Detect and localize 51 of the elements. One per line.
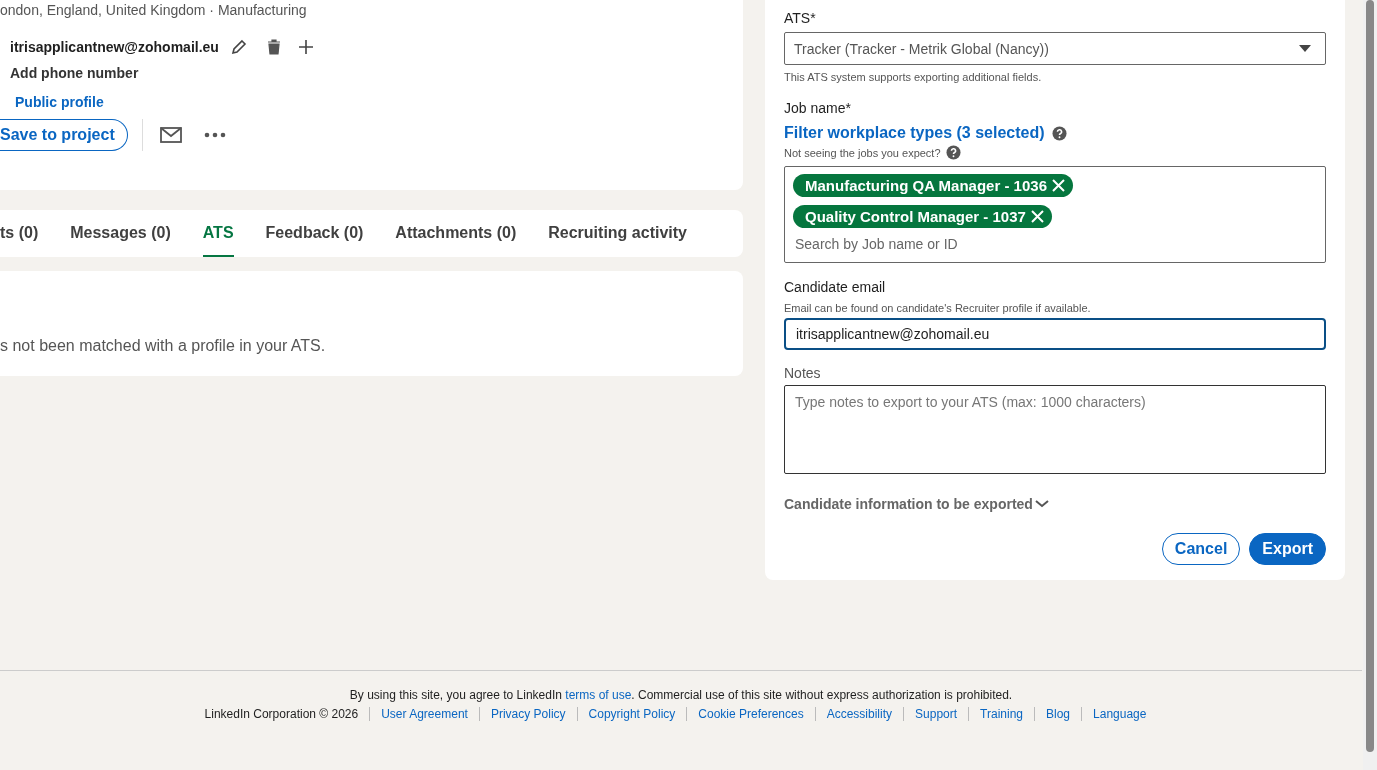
terms-notice: By using this site, you agree to LinkedIn terms of use. Commercial use of this site without express authorization is prohibited. [349, 688, 1013, 702]
plus-icon[interactable] [298, 40, 313, 54]
copyright-text: LinkedIn Corporation © 2026 [204, 707, 360, 721]
tab[interactable]: Attachments (0) [395, 210, 517, 257]
export-button[interactable]: Export [1249, 533, 1326, 565]
candidate-info-toggle[interactable]: Candidate information to be exported [784, 496, 1049, 512]
footer-link[interactable]: Copyright Policy [576, 707, 687, 721]
job-chip: Manufacturing QA Manager - 1036 [793, 174, 1073, 197]
more-icon[interactable] [203, 132, 226, 138]
remove-icon[interactable] [1052, 179, 1065, 192]
tab[interactable]: Messages (0) [70, 210, 171, 257]
ats-status-text: s not been matched with a profile in your ATS. [0, 337, 326, 355]
email-hint: Email can be found on candidate's Recruiter profile if available. [784, 302, 1092, 314]
job-name-label: Job name* [784, 100, 852, 116]
scrollbar[interactable] [1363, 0, 1377, 770]
public-profile-link[interactable]: Public profile [15, 94, 104, 110]
save-to-project-button[interactable]: Save to project [0, 119, 128, 151]
tab[interactable]: Recruiting activity [548, 210, 687, 257]
help-icon[interactable] [1051, 125, 1067, 141]
ats-label: ATS* [784, 10, 817, 26]
footer-link[interactable]: Language [1081, 707, 1158, 721]
footer-link[interactable]: Training [968, 707, 1034, 721]
chevron-icon [1034, 500, 1049, 508]
footer-link[interactable]: Cookie Preferences [686, 707, 815, 721]
job-chip: Quality Control Manager - 1037 [793, 205, 1052, 228]
help-icon[interactable] [945, 145, 961, 160]
ats-dropdown[interactable]: Tracker (Tracker - Metrik Global (Nancy)) [784, 32, 1326, 65]
notes-label: Notes [784, 365, 822, 381]
candidate-email-label: Candidate email [784, 279, 887, 295]
dropdown-caret-icon [1299, 45, 1311, 52]
trash-icon[interactable] [266, 39, 281, 55]
location-text: ondon, England, United Kingdom · Manufacturing [0, 2, 308, 18]
notes-field[interactable]: Type notes to export to your ATS (max: 1000 characters) [784, 385, 1326, 474]
edit-icon[interactable] [230, 39, 247, 55]
candidate-email-field[interactable]: itrisapplicantnew@zohomail.eu [784, 318, 1326, 350]
footer-link[interactable]: Support [903, 707, 969, 721]
tab[interactable]: ATS [202, 210, 234, 257]
cancel-button[interactable]: Cancel [1161, 533, 1241, 565]
footer-link[interactable]: Privacy Policy [478, 707, 577, 721]
mail-icon[interactable] [159, 127, 182, 143]
email-text: itrisapplicantnew@zohomail.eu [10, 39, 219, 55]
footer-link[interactable]: Blog [1034, 707, 1082, 721]
tab[interactable]: Feedback (0) [265, 210, 364, 257]
remove-icon[interactable] [1030, 210, 1044, 223]
ats-hint: This ATS system supports exporting additional fields. [784, 71, 1043, 83]
tab[interactable]: ts (0) [0, 210, 39, 257]
jobs-hint: Not seeing the jobs you expect? [784, 146, 941, 159]
filter-workplace-link[interactable]: Filter workplace types (3 selected) [784, 124, 1045, 142]
footer-link[interactable]: User Agreement [369, 707, 479, 721]
add-phone-link[interactable]: Add phone number [10, 65, 743, 81]
footer-link[interactable]: Accessibility [814, 707, 904, 721]
